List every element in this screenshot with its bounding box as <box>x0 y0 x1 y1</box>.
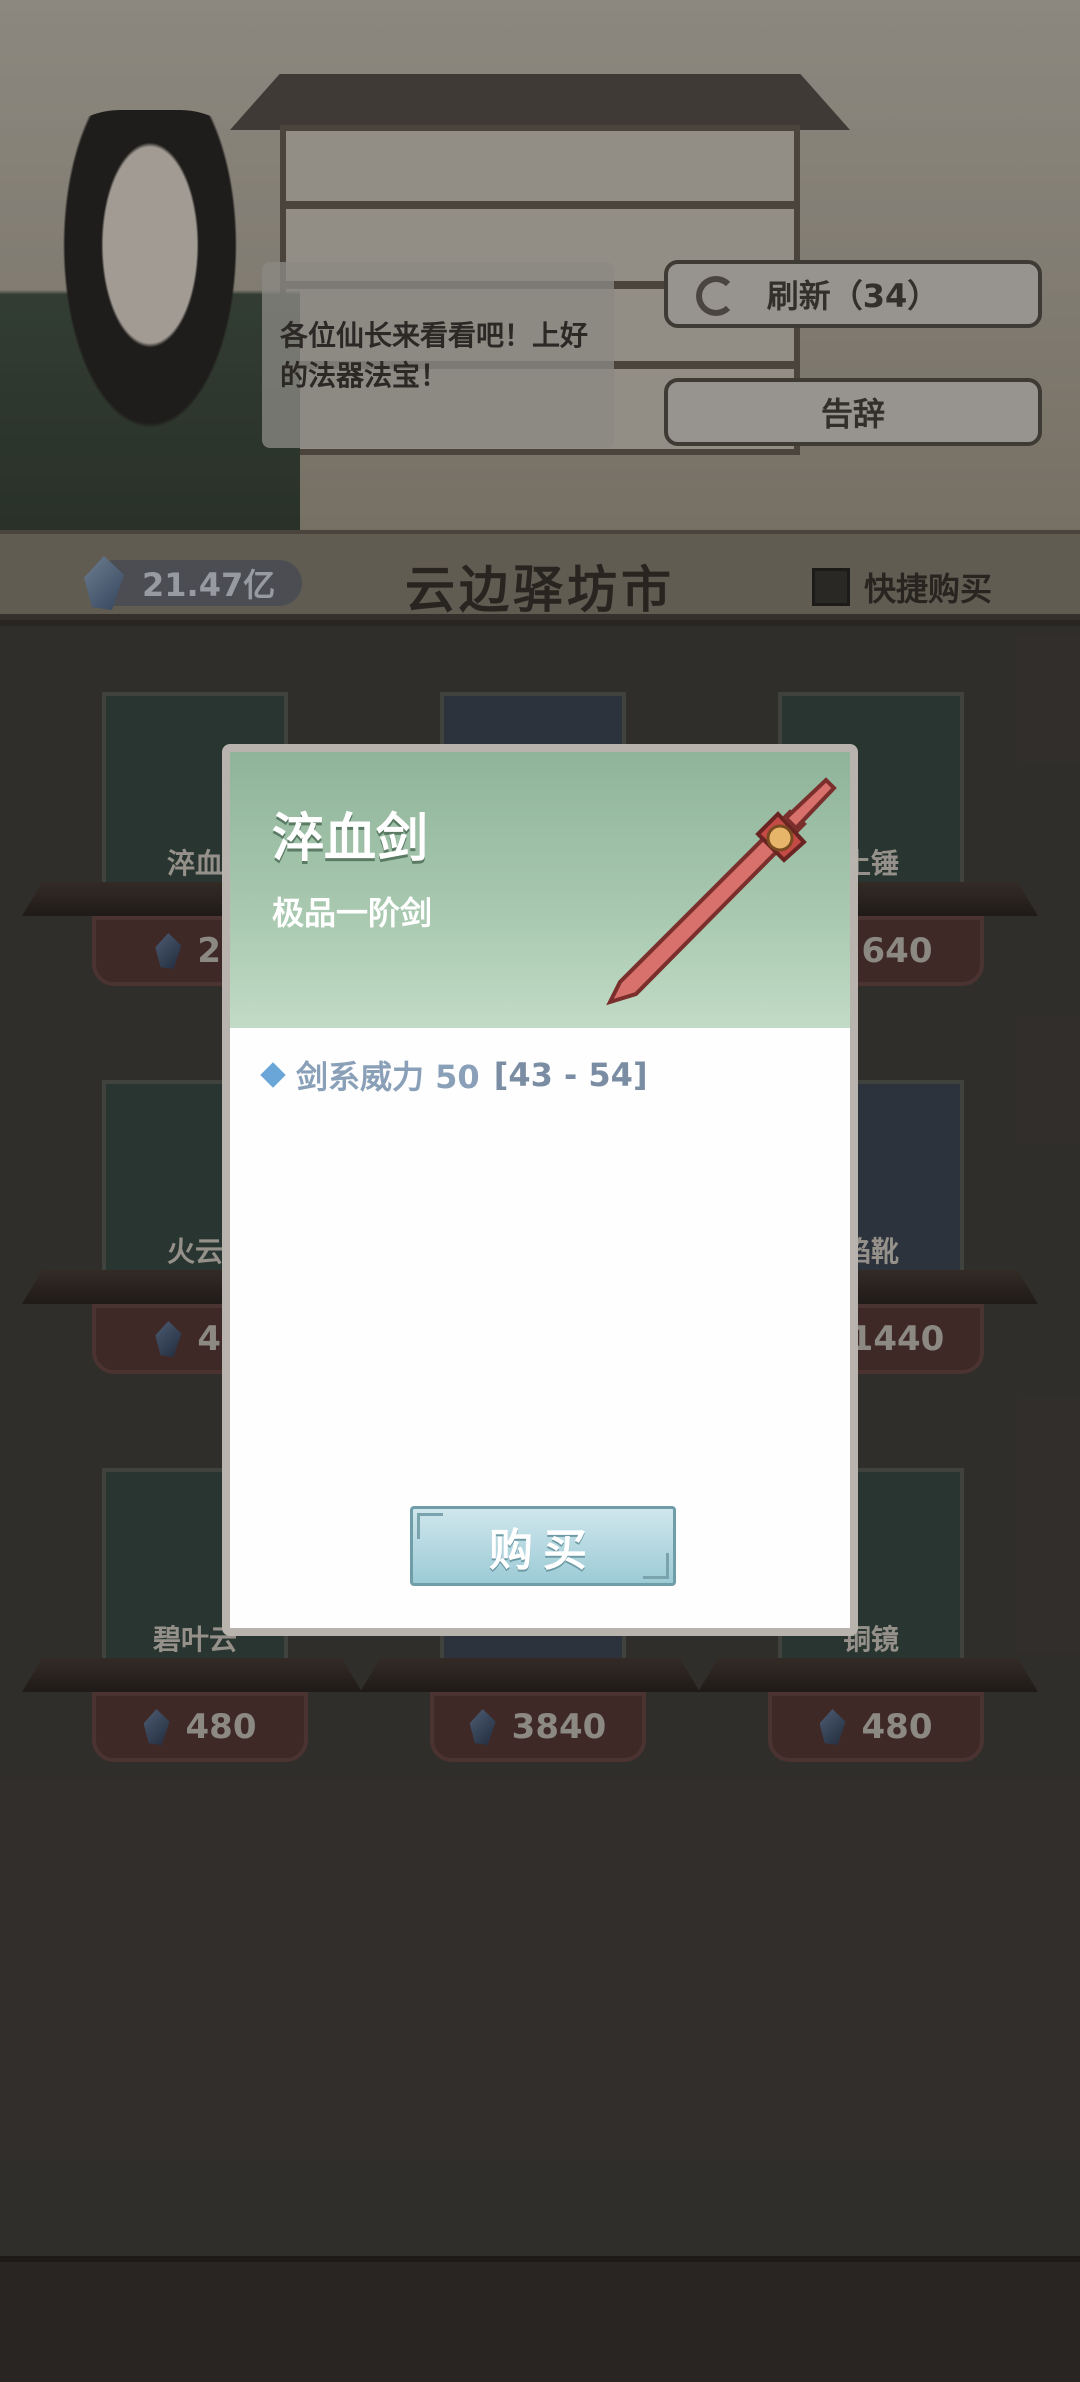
stat-range: [43 - 54] <box>493 1056 648 1094</box>
item-title: 淬血剑 <box>272 809 429 869</box>
corner-ornament-icon <box>643 1553 669 1579</box>
stat-label: 剑系威力 50 <box>296 1058 480 1096</box>
item-detail-header: 淬血剑 极品一阶剑 <box>230 752 850 1028</box>
buy-button[interactable]: 购买 <box>410 1506 676 1586</box>
item-grade: 极品一阶剑 <box>272 894 433 932</box>
diamond-icon <box>260 1062 286 1088</box>
item-detail-dialog: 淬血剑 极品一阶剑 剑系威力 50 [43 - 54] 购买 <box>222 744 858 1636</box>
stat-row: 剑系威力 50 [43 - 54] <box>260 1052 648 1098</box>
buy-label: 购买 <box>489 1525 597 1576</box>
corner-ornament-icon <box>417 1513 443 1539</box>
sword-icon <box>606 777 837 1006</box>
